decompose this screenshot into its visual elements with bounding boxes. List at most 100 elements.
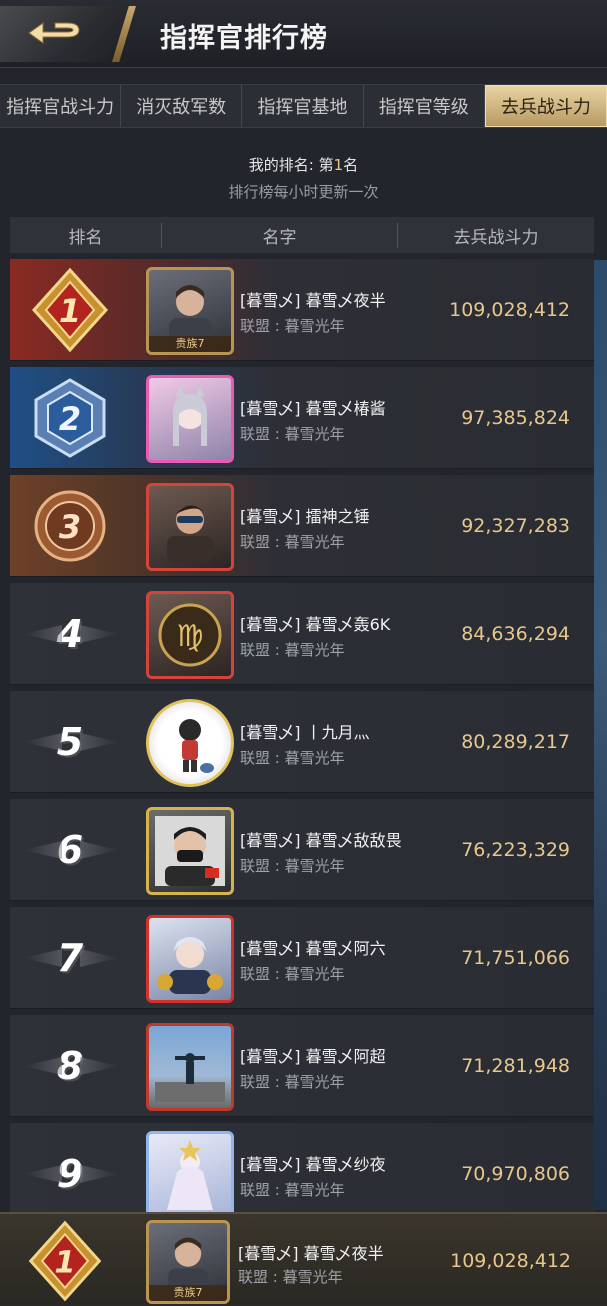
player-name: [暮雪乄] 暮雪乄椿酱 — [240, 399, 386, 418]
alliance-name: 联盟 : 暮雪光年 — [240, 425, 345, 443]
player-name: [暮雪乄] 擂神之锤 — [240, 507, 370, 526]
my-ranking-row[interactable]: 1 贵族7 [暮雪乄] 暮雪乄夜半 联盟 : 暮雪光年 109,028,412 — [0, 1212, 607, 1306]
column-name: 名字 — [162, 222, 398, 248]
rank-wing-right — [80, 733, 118, 751]
player-portrait-icon — [167, 1140, 213, 1210]
rank-medal-number: 1 — [54, 1245, 75, 1280]
rank-wing-left — [24, 625, 62, 643]
avatar[interactable] — [146, 807, 234, 895]
alliance-name: 联盟 : 暮雪光年 — [240, 317, 345, 335]
back-arrow-icon — [28, 22, 80, 44]
table-row[interactable]: 6 [暮雪乄] 暮雪乄敌敌畏 联盟 : 暮雪光年 76,223,329 — [10, 799, 594, 901]
power-value: 71,751,066 — [461, 947, 570, 969]
table-row[interactable]: 9 [暮雪乄] 暮雪乄纱夜 联盟 : 暮雪光年 70,970,806 — [10, 1123, 594, 1225]
power-value: 70,970,806 — [461, 1163, 570, 1185]
alliance-name: 联盟 : 暮雪光年 — [240, 1073, 345, 1091]
rank-badge-silver: 2 — [10, 367, 130, 469]
tab-commander-base[interactable]: 指挥官基地 — [242, 85, 364, 127]
zodiac-virgo-icon: ♍ — [158, 603, 222, 667]
rank-wing-right — [80, 625, 118, 643]
avatar[interactable] — [146, 915, 234, 1003]
power-value: 84,636,294 — [461, 623, 570, 645]
column-header: 排名 名字 去兵战斗力 — [10, 217, 594, 253]
table-row[interactable]: 8 [暮雪乄] 暮雪乄阿超 联盟 : 暮雪光年 71,281,948 — [10, 1015, 594, 1117]
rank-wing-right — [80, 1165, 118, 1183]
tab-troopless-power[interactable]: 去兵战斗力 — [484, 85, 607, 127]
power-value: 76,223,329 — [461, 839, 570, 861]
rank-wing-left — [24, 1165, 62, 1183]
alliance-name: 联盟 : 暮雪光年 — [240, 749, 345, 767]
rank-medal-number: 1 — [59, 292, 81, 330]
rank-cell: 7 — [10, 907, 130, 1009]
vip-tag: 贵族7 — [149, 1285, 227, 1301]
rank-wing-left — [24, 1057, 62, 1075]
player-name: [暮雪乄] 暮雪乄夜半 — [240, 291, 386, 310]
background-edge — [594, 260, 607, 1210]
alliance-name: 联盟 : 暮雪光年 — [240, 641, 345, 659]
player-portrait-icon — [173, 386, 207, 446]
my-rank-prefix: 我的排名: 第 — [248, 156, 334, 174]
alliance-name: 联盟 : 暮雪光年 — [240, 533, 345, 551]
column-power: 去兵战斗力 — [453, 227, 539, 248]
player-portrait-icon — [155, 816, 225, 886]
rank-medal-icon: 1 — [31, 267, 109, 353]
rank-badge-bronze: 3 — [10, 475, 130, 577]
vip-tag: 贵族7 — [149, 336, 231, 352]
back-button[interactable] — [0, 6, 130, 62]
player-portrait-icon — [179, 719, 214, 773]
rank-cell: 8 — [10, 1015, 130, 1117]
player-name: [暮雪乄] 暮雪乄敌敌畏 — [240, 831, 402, 850]
my-rank-text: 我的排名: 第1名 — [0, 154, 607, 175]
avatar[interactable] — [146, 1131, 234, 1219]
tab-kills[interactable]: 消灭敌军数 — [121, 85, 243, 127]
player-name: [暮雪乄] 暮雪乄阿超 — [240, 1047, 386, 1066]
rank-badge-gold: 1 — [0, 1214, 130, 1306]
player-portrait-icon — [167, 505, 213, 562]
power-value: 71,281,948 — [461, 1055, 570, 1077]
rank-wing-left — [24, 733, 62, 751]
tab-commander-level[interactable]: 指挥官等级 — [364, 85, 485, 127]
rank-cell: 6 — [10, 799, 130, 901]
table-row[interactable]: 5 [暮雪乄] 丨九月灬 联盟 : 暮雪光年 80,289,217 — [10, 691, 594, 793]
table-row[interactable]: 3 [暮雪乄] 擂神之锤 联盟 : 暮雪光年 92,327,283 — [10, 475, 594, 577]
alliance-name: 联盟 : 暮雪光年 — [238, 1268, 343, 1286]
player-name: [暮雪乄] 暮雪乄夜半 — [238, 1244, 384, 1263]
alliance-name: 联盟 : 暮雪光年 — [240, 1181, 345, 1199]
table-row[interactable]: 7 [暮雪乄] 暮雪乄阿六 联盟 : 暮雪光年 71,751,066 — [10, 907, 594, 1009]
rank-cell: 4 — [10, 583, 130, 685]
table-row[interactable]: 1 贵族7 [暮雪乄] 暮雪乄夜半 联盟 : 暮雪光年 109,028,412 — [10, 259, 594, 361]
rank-wing-right — [80, 841, 118, 859]
page-title: 指挥官排行榜 — [160, 23, 328, 54]
alliance-name: 联盟 : 暮雪光年 — [240, 965, 345, 983]
avatar[interactable] — [146, 483, 234, 571]
avatar[interactable]: 贵族7 — [146, 267, 234, 355]
avatar[interactable]: ♍ — [146, 591, 234, 679]
avatar[interactable]: 贵族7 — [146, 1220, 230, 1304]
rank-cell: 9 — [10, 1123, 130, 1225]
svg-text:♍: ♍ — [177, 619, 204, 654]
rank-cell: 5 — [10, 691, 130, 793]
player-name: [暮雪乄] 暮雪乄轰6K — [240, 615, 391, 634]
table-row[interactable]: 2 [暮雪乄] 暮雪乄椿酱 联盟 : 暮雪光年 97,385,824 — [10, 367, 594, 469]
tab-commander-power[interactable]: 指挥官战斗力 — [0, 85, 122, 127]
rank-medal-number: 2 — [59, 400, 81, 438]
table-row[interactable]: 4 ♍ [暮雪乄] 暮雪乄轰6K 联盟 : 暮雪光年 84,636,294 — [10, 583, 594, 685]
avatar[interactable] — [146, 699, 234, 787]
header-bar: 指挥官排行榜 — [0, 0, 607, 68]
column-rank: 排名 — [10, 222, 162, 248]
player-portrait-icon — [155, 1053, 225, 1102]
alliance-name: 联盟 : 暮雪光年 — [240, 857, 345, 875]
avatar[interactable] — [146, 375, 234, 463]
tab-bar: 指挥官战斗力 消灭敌军数 指挥官基地 指挥官等级 去兵战斗力 — [0, 84, 607, 128]
rank-medal-icon: 2 — [34, 378, 106, 458]
avatar[interactable] — [146, 1023, 234, 1111]
rank-wing-left — [24, 841, 62, 859]
update-note: 排行榜每小时更新一次 — [228, 183, 379, 201]
player-name: [暮雪乄] 暮雪乄纱夜 — [240, 1155, 386, 1174]
power-value: 97,385,824 — [461, 407, 570, 429]
player-name: [暮雪乄] 丨九月灬 — [240, 723, 370, 742]
rank-wing-right — [80, 1057, 118, 1075]
rank-medal-icon: 3 — [34, 490, 106, 562]
rank-badge-gold: 1 — [10, 259, 130, 361]
power-value: 109,028,412 — [450, 1250, 571, 1272]
